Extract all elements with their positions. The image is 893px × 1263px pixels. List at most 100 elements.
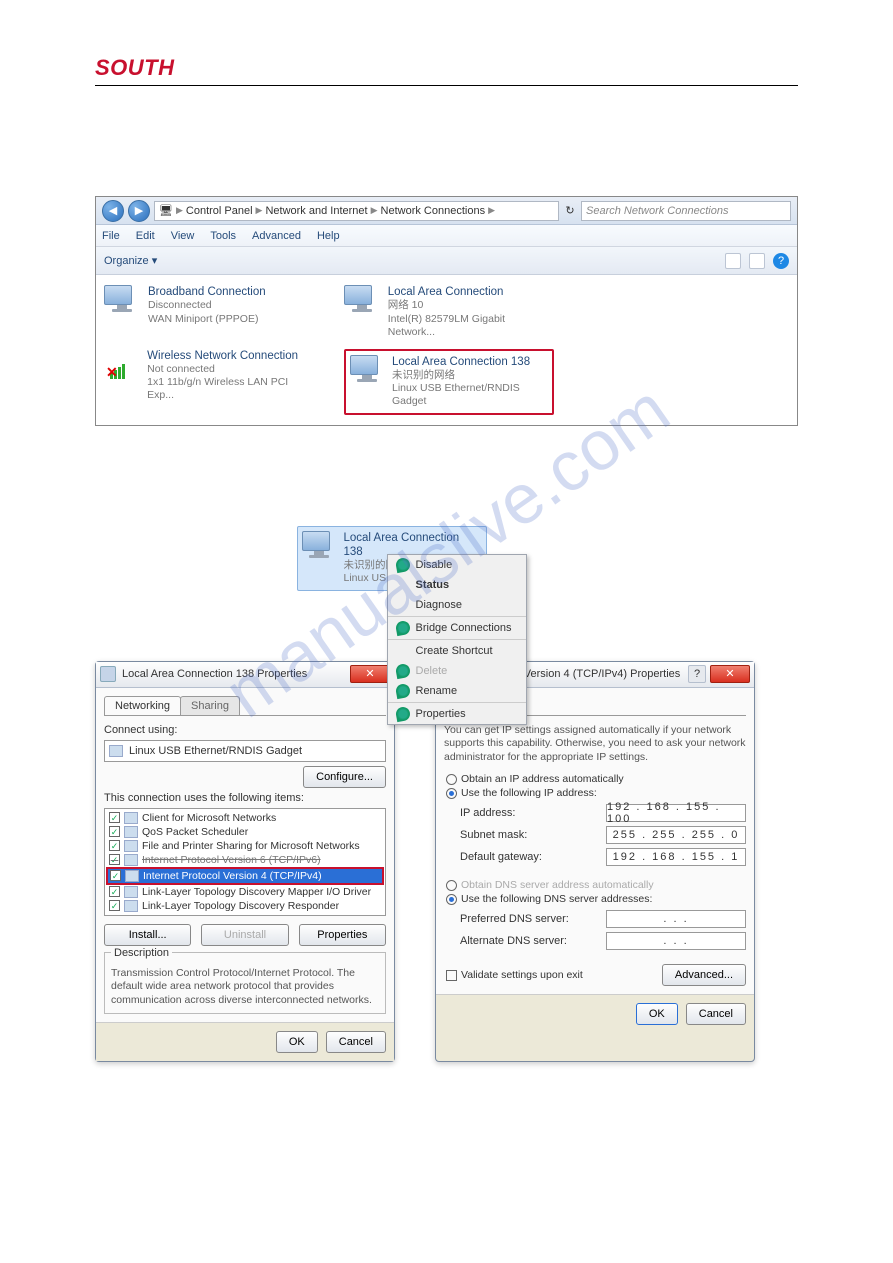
description-group: Description Transmission Control Protoco… xyxy=(104,952,386,1015)
help-icon[interactable]: ? xyxy=(773,253,789,269)
cancel-button[interactable]: Cancel xyxy=(326,1031,386,1053)
list-item[interactable]: ✓Link-Layer Topology Discovery Responder xyxy=(107,899,383,913)
checkbox-icon[interactable]: ✓ xyxy=(109,900,120,911)
conn-wireless[interactable]: ✕ Wireless Network Connection Not connec… xyxy=(104,349,314,415)
checkbox-icon[interactable]: ✓ xyxy=(109,826,120,837)
toolbar: Organize ▾ ? xyxy=(96,247,797,275)
validate-checkbox[interactable]: Validate settings upon exit xyxy=(444,968,585,982)
conn-status: Not connected xyxy=(147,363,314,376)
radio-icon[interactable] xyxy=(446,788,457,799)
ok-button[interactable]: OK xyxy=(276,1031,318,1053)
ctx-diagnose[interactable]: Diagnose xyxy=(388,595,526,615)
conn-device: 1x1 11b/g/n Wireless LAN PCI Exp... xyxy=(147,376,314,402)
checkbox-icon[interactable]: ✓ xyxy=(110,870,121,881)
list-item[interactable]: ✓Client for Microsoft Networks xyxy=(107,811,383,825)
checkbox-icon[interactable]: ✓ xyxy=(109,854,120,865)
menu-bar: File Edit View Tools Advanced Help xyxy=(96,225,797,247)
breadcrumb[interactable]: 🖥 ▶ Control Panel ▶ Network and Internet… xyxy=(154,201,559,221)
checkbox-icon[interactable]: ✓ xyxy=(109,886,120,897)
radio-icon xyxy=(446,880,457,891)
logo: SOUTH xyxy=(95,55,798,86)
menu-tools[interactable]: Tools xyxy=(210,230,236,242)
description-text: Transmission Control Protocol/Internet P… xyxy=(111,967,379,1008)
install-button[interactable]: Install... xyxy=(104,924,191,946)
menu-advanced[interactable]: Advanced xyxy=(252,230,301,242)
ctx-delete[interactable]: Delete xyxy=(388,661,526,681)
blank-icon xyxy=(396,644,410,658)
bc-lvl1[interactable]: Control Panel xyxy=(186,205,253,217)
menu-file[interactable]: File xyxy=(102,230,120,242)
preview-icon[interactable] xyxy=(749,253,765,269)
subnet-mask-input[interactable]: 255 . 255 . 255 . 0 xyxy=(606,826,746,844)
conn-lan[interactable]: Local Area Connection 网络 10 Intel(R) 825… xyxy=(344,285,554,339)
radio-icon[interactable] xyxy=(446,774,457,785)
gateway-input[interactable]: 192 . 168 . 155 . 1 xyxy=(606,848,746,866)
list-item[interactable]: ✓File and Printer Sharing for Microsoft … xyxy=(107,839,383,853)
search-input[interactable]: Search Network Connections xyxy=(581,201,791,221)
gateway-label: Default gateway: xyxy=(460,851,542,863)
adapter-name: Linux USB Ethernet/RNDIS Gadget xyxy=(129,745,302,757)
ctx-rename[interactable]: Rename xyxy=(388,681,526,701)
menu-view[interactable]: View xyxy=(171,230,195,242)
list-item[interactable]: ✓Link-Layer Topology Discovery Mapper I/… xyxy=(107,885,383,899)
item-properties-button[interactable]: Properties xyxy=(299,924,386,946)
ok-button[interactable]: OK xyxy=(636,1003,678,1025)
wireless-icon: ✕ xyxy=(104,349,139,381)
control-panel-icon: 🖥 xyxy=(159,204,173,217)
ctx-disable[interactable]: Disable xyxy=(388,555,526,575)
tab-sharing[interactable]: Sharing xyxy=(180,696,240,715)
view-icon[interactable] xyxy=(725,253,741,269)
pref-dns-label: Preferred DNS server: xyxy=(460,913,569,925)
refresh-icon[interactable]: ↻ xyxy=(563,204,577,217)
conn-lan138-selected[interactable]: Local Area Connection 138 未识别的网络 Linux U… xyxy=(344,349,554,415)
list-item[interactable]: ✓QoS Packet Scheduler xyxy=(107,825,383,839)
context-menu-block: Local Area Connection 138 未识别的网络 Linux U… xyxy=(297,526,597,591)
menu-help[interactable]: Help xyxy=(317,230,340,242)
back-button[interactable]: ◀ xyxy=(102,200,124,222)
item-icon xyxy=(124,812,138,824)
connections-list: Broadband Connection Disconnected WAN Mi… xyxy=(96,275,797,425)
item-icon xyxy=(124,900,138,912)
item-icon xyxy=(124,886,138,898)
explorer-window: ◀ ▶ 🖥 ▶ Control Panel ▶ Network and Inte… xyxy=(95,196,798,426)
radio-icon[interactable] xyxy=(446,894,457,905)
organize-button[interactable]: Organize ▾ xyxy=(104,254,157,267)
connection-properties-dialog: Local Area Connection 138 Properties ✕ N… xyxy=(95,661,395,1063)
conn-device: Intel(R) 82579LM Gigabit Network... xyxy=(388,313,554,339)
radio-use-dns[interactable]: Use the following DNS server addresses: xyxy=(444,892,746,906)
pref-dns-input[interactable]: . . . xyxy=(606,910,746,928)
conn-broadband[interactable]: Broadband Connection Disconnected WAN Mi… xyxy=(104,285,314,339)
conn-title: Wireless Network Connection xyxy=(147,349,314,363)
close-button[interactable]: ✕ xyxy=(350,665,390,683)
checkbox-icon[interactable] xyxy=(446,970,457,981)
alt-dns-input[interactable]: . . . xyxy=(606,932,746,950)
forward-button[interactable]: ▶ xyxy=(128,200,150,222)
bc-lvl3[interactable]: Network Connections xyxy=(381,205,486,217)
ctx-status[interactable]: Status xyxy=(388,575,526,595)
ip-address-label: IP address: xyxy=(460,807,515,819)
list-item[interactable]: ✓Internet Protocol Version 6 (TCP/IPv6) xyxy=(107,853,383,867)
radio-use-ip[interactable]: Use the following IP address: xyxy=(444,786,746,800)
uninstall-button: Uninstall xyxy=(201,924,288,946)
radio-auto-ip[interactable]: Obtain an IP address automatically xyxy=(444,772,746,786)
item-icon xyxy=(124,826,138,838)
bc-lvl2[interactable]: Network and Internet xyxy=(265,205,367,217)
configure-button[interactable]: Configure... xyxy=(303,766,386,788)
close-button[interactable]: ✕ xyxy=(710,665,750,683)
ip-address-input[interactable]: 192 . 168 . 155 . 100 xyxy=(606,804,746,822)
tab-networking[interactable]: Networking xyxy=(104,696,181,715)
ctx-shortcut[interactable]: Create Shortcut xyxy=(388,641,526,661)
blank-icon xyxy=(396,578,410,592)
item-icon xyxy=(124,854,138,866)
list-item-selected[interactable]: ✓Internet Protocol Version 4 (TCP/IPv4) xyxy=(107,868,383,884)
checkbox-icon[interactable]: ✓ xyxy=(109,812,120,823)
cancel-button[interactable]: Cancel xyxy=(686,1003,746,1025)
advanced-button[interactable]: Advanced... xyxy=(662,964,746,986)
conn-title: Broadband Connection xyxy=(148,285,266,299)
ctx-bridge[interactable]: Bridge Connections xyxy=(388,618,526,638)
checkbox-icon[interactable]: ✓ xyxy=(109,840,120,851)
ctx-properties[interactable]: Properties xyxy=(388,704,526,724)
help-button[interactable]: ? xyxy=(688,665,706,683)
menu-edit[interactable]: Edit xyxy=(136,230,155,242)
items-listbox[interactable]: ✓Client for Microsoft Networks ✓QoS Pack… xyxy=(104,808,386,916)
